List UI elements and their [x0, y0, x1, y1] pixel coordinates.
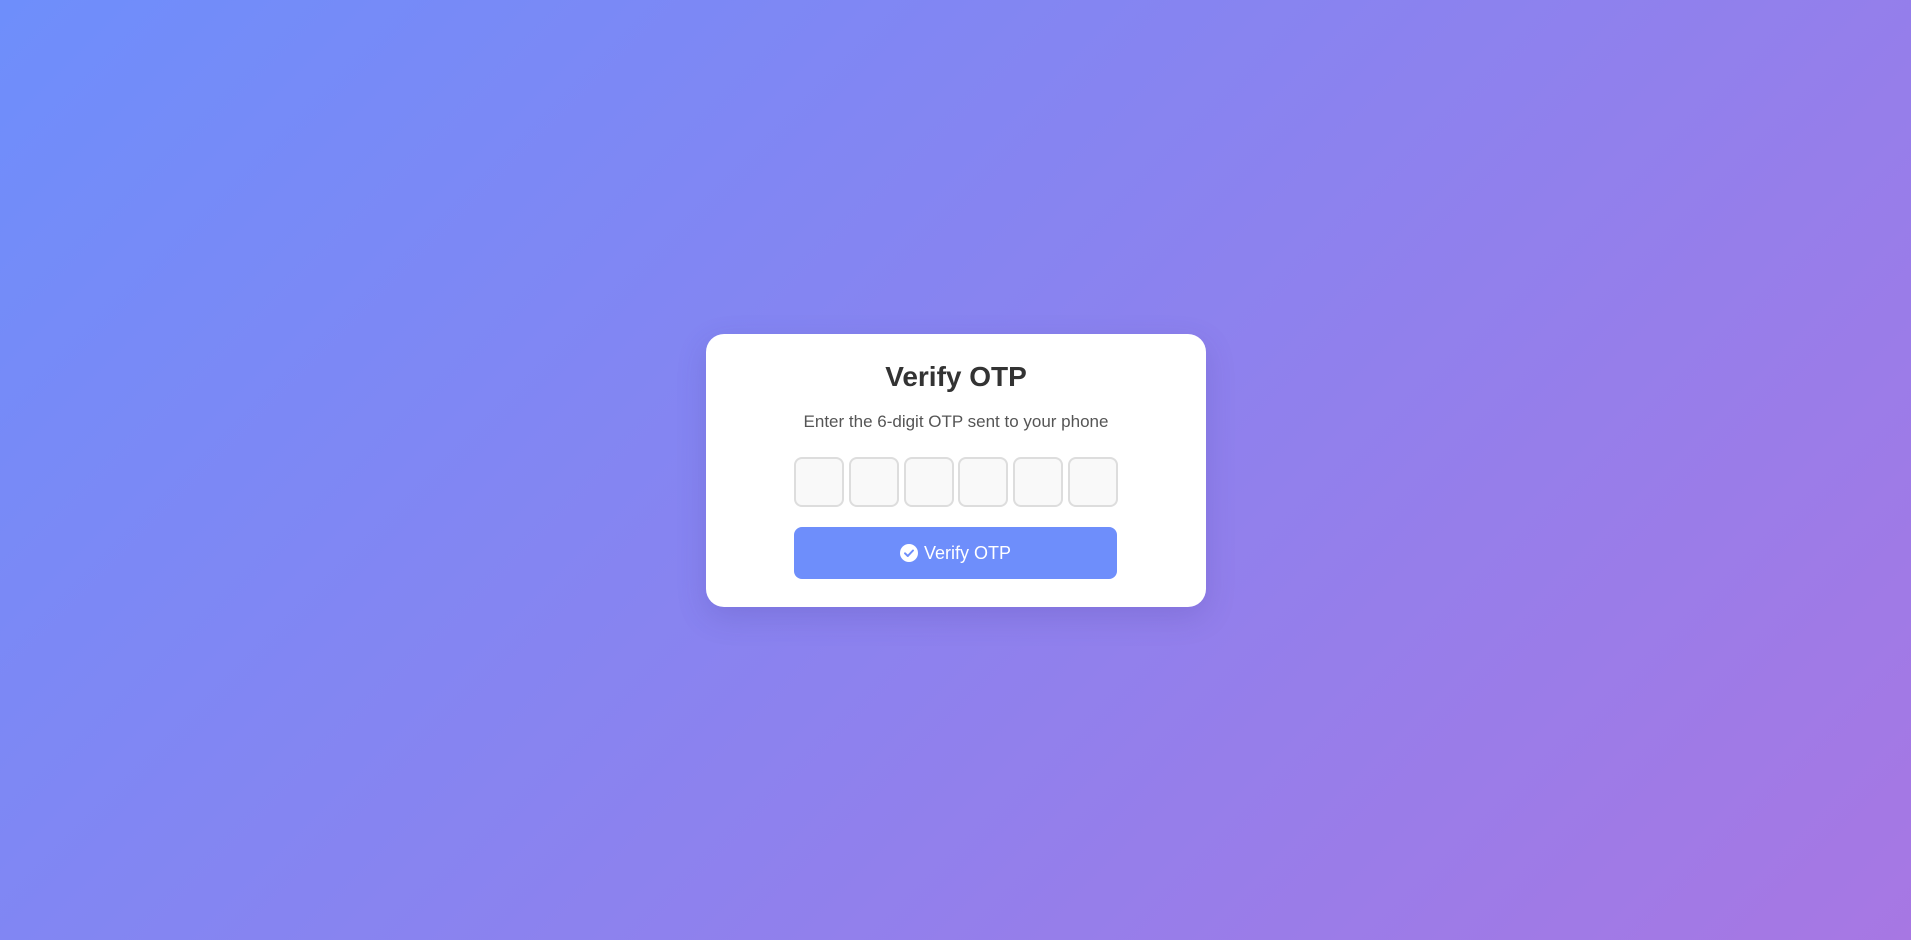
otp-digit-2[interactable]: [848, 457, 899, 507]
otp-card: Verify OTP Enter the 6-digit OTP sent to…: [706, 334, 1206, 607]
otp-digit-5[interactable]: [1013, 457, 1064, 507]
verify-otp-button[interactable]: Verify OTP: [794, 527, 1117, 579]
otp-digit-1[interactable]: [794, 457, 844, 507]
page-title: Verify OTP: [885, 361, 1027, 392]
instruction-text: Enter the 6-digit OTP sent to your phone: [803, 412, 1109, 431]
otp-input-group: [794, 457, 1118, 507]
check-circle-icon: [899, 544, 918, 562]
otp-digit-6[interactable]: [1067, 457, 1118, 507]
otp-digit-4[interactable]: [958, 457, 1009, 507]
verify-otp-button-label: Verify OTP: [923, 542, 1012, 563]
otp-digit-3[interactable]: [903, 457, 954, 507]
